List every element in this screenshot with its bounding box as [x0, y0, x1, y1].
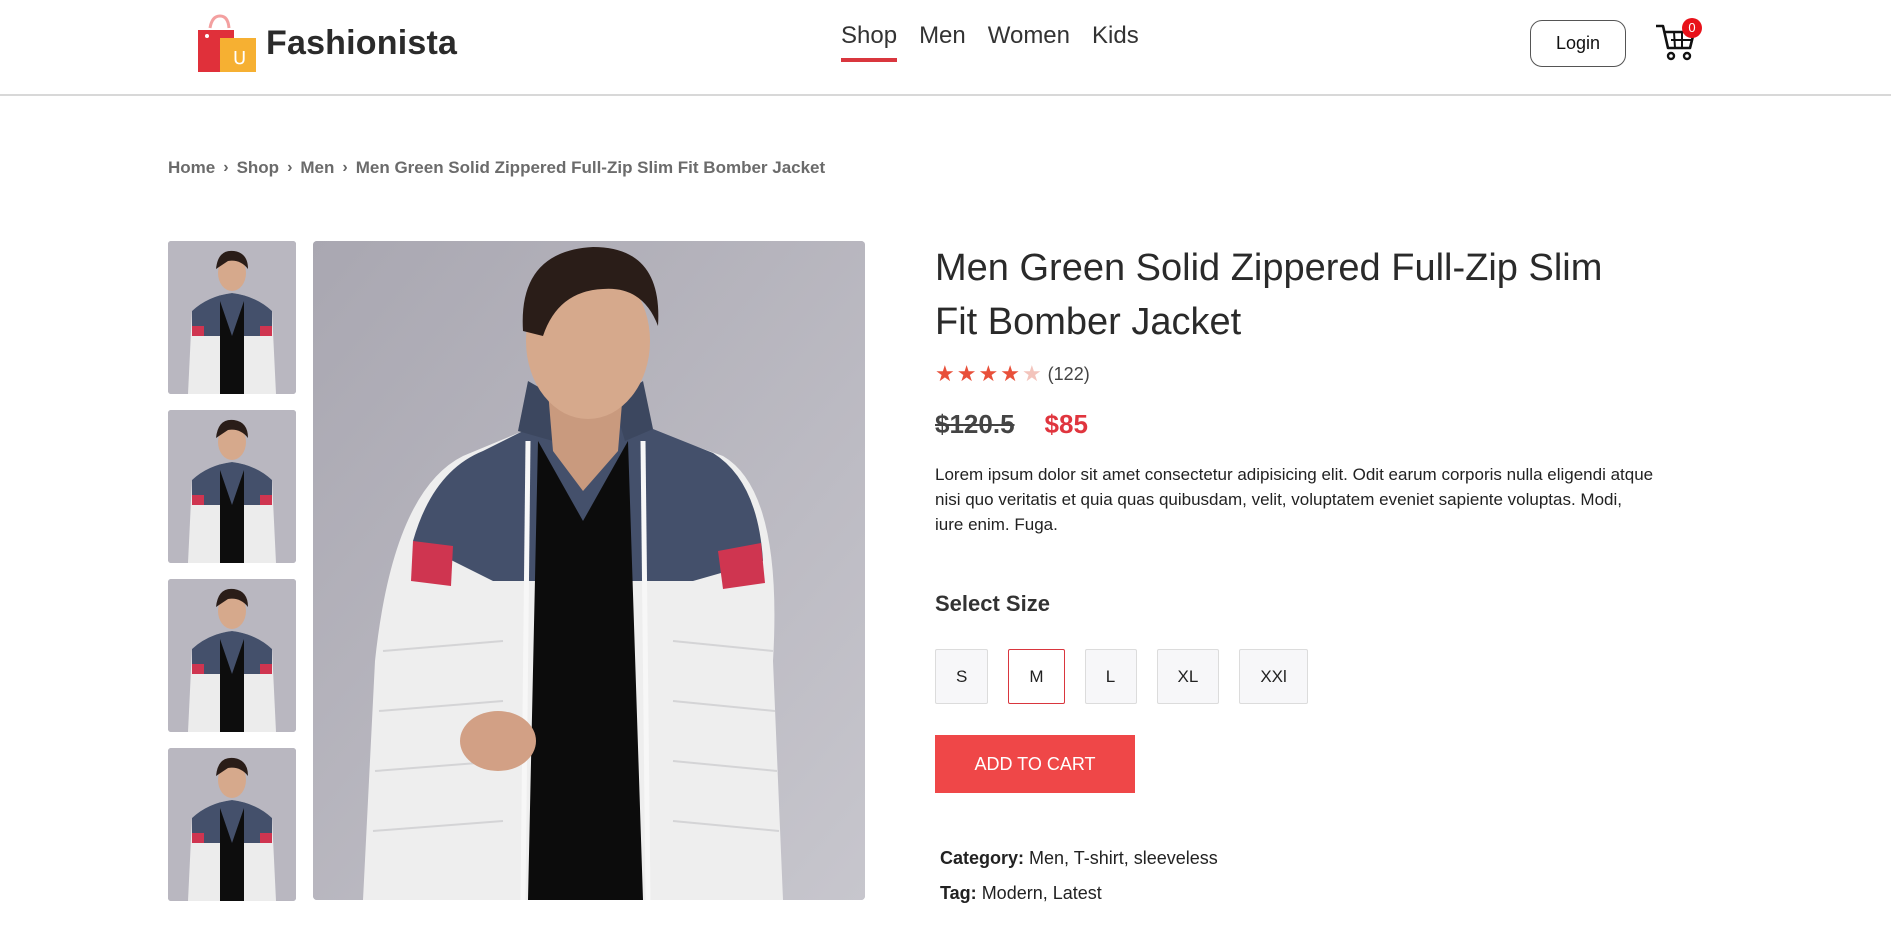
product-title: Men Green Solid Zippered Full-Zip Slim F… [935, 247, 1603, 343]
original-price: $120.5 [935, 409, 1015, 439]
breadcrumb-shop[interactable]: Shop [237, 158, 280, 178]
breadcrumb-home[interactable]: Home [168, 158, 215, 178]
category-row: Category: Men, T-shirt, sleeveless [940, 841, 1655, 876]
breadcrumb-men[interactable]: Men [300, 158, 334, 178]
nav-shop[interactable]: Shop [841, 22, 898, 62]
tag-value[interactable]: Modern, Latest [982, 883, 1102, 903]
rating: ★ ★ ★ ★ ★ (122) [935, 361, 1655, 387]
jacket-photo [168, 241, 296, 394]
star-empty-icon: ★ [1021, 361, 1042, 386]
site-header: U Fashionista Shop Men Women Kids Login … [0, 0, 1891, 96]
main-nav: Shop Men Women Kids [841, 22, 1139, 62]
nav-women[interactable]: Women [988, 22, 1070, 62]
size-option-xl[interactable]: XL [1156, 649, 1220, 704]
cart-count-badge: 0 [1682, 18, 1702, 38]
tag-row: Tag: Modern, Latest [940, 876, 1655, 911]
shopping-bag-icon: U [196, 14, 258, 72]
jacket-photo [168, 748, 296, 901]
chevron-right-icon: › [287, 159, 293, 176]
size-option-xxl[interactable]: XXl [1239, 649, 1308, 704]
review-count[interactable]: (122) [1048, 364, 1090, 385]
size-option-l[interactable]: L [1084, 649, 1137, 704]
thumbnail-list [168, 241, 296, 917]
jacket-photo [168, 410, 296, 563]
product-thumbnail[interactable] [168, 748, 296, 901]
cart-button[interactable]: 0 [1654, 16, 1702, 64]
chevron-right-icon: › [342, 159, 348, 176]
chevron-right-icon: › [223, 159, 229, 176]
jacket-photo [313, 241, 865, 900]
star-icon: ★ [1000, 361, 1020, 386]
price-block: $120.5 $85 [935, 409, 1655, 440]
nav-kids[interactable]: Kids [1092, 22, 1139, 62]
login-button[interactable]: Login [1530, 20, 1626, 67]
product-thumbnail[interactable] [168, 579, 296, 732]
jacket-photo [168, 579, 296, 732]
size-label: Select Size [935, 591, 1050, 616]
brand-name: Fashionista [266, 23, 458, 62]
nav-men[interactable]: Men [919, 22, 966, 62]
star-icon: ★ [978, 361, 999, 386]
size-selector: S M L XL XXl [935, 649, 1655, 704]
sale-price: $85 [1044, 409, 1088, 439]
size-option-s[interactable]: S [935, 649, 989, 704]
category-value[interactable]: Men, T-shirt, sleeveless [1029, 848, 1218, 868]
product-thumbnail[interactable] [168, 241, 296, 394]
product-info: Men Green Solid Zippered Full-Zip Slim F… [935, 241, 1655, 911]
tag-label: Tag: [940, 883, 977, 903]
logo-letter: U [233, 48, 246, 69]
star-icon: ★ [935, 361, 955, 386]
product-meta: Category: Men, T-shirt, sleeveless Tag: … [940, 841, 1655, 911]
breadcrumb: Home › Shop › Men › Men Green Solid Zipp… [168, 158, 825, 178]
add-to-cart-button[interactable]: ADD TO CART [935, 735, 1135, 793]
product-thumbnail[interactable] [168, 410, 296, 563]
star-icon: ★ [956, 361, 977, 386]
product-description: Lorem ipsum dolor sit amet consectetur a… [935, 465, 1654, 534]
size-option-m[interactable]: M [1008, 649, 1065, 704]
main-product-image[interactable] [313, 241, 865, 900]
breadcrumb-current: Men Green Solid Zippered Full-Zip Slim F… [355, 158, 826, 177]
brand-logo[interactable]: U Fashionista [196, 14, 457, 72]
category-label: Category: [940, 848, 1025, 868]
